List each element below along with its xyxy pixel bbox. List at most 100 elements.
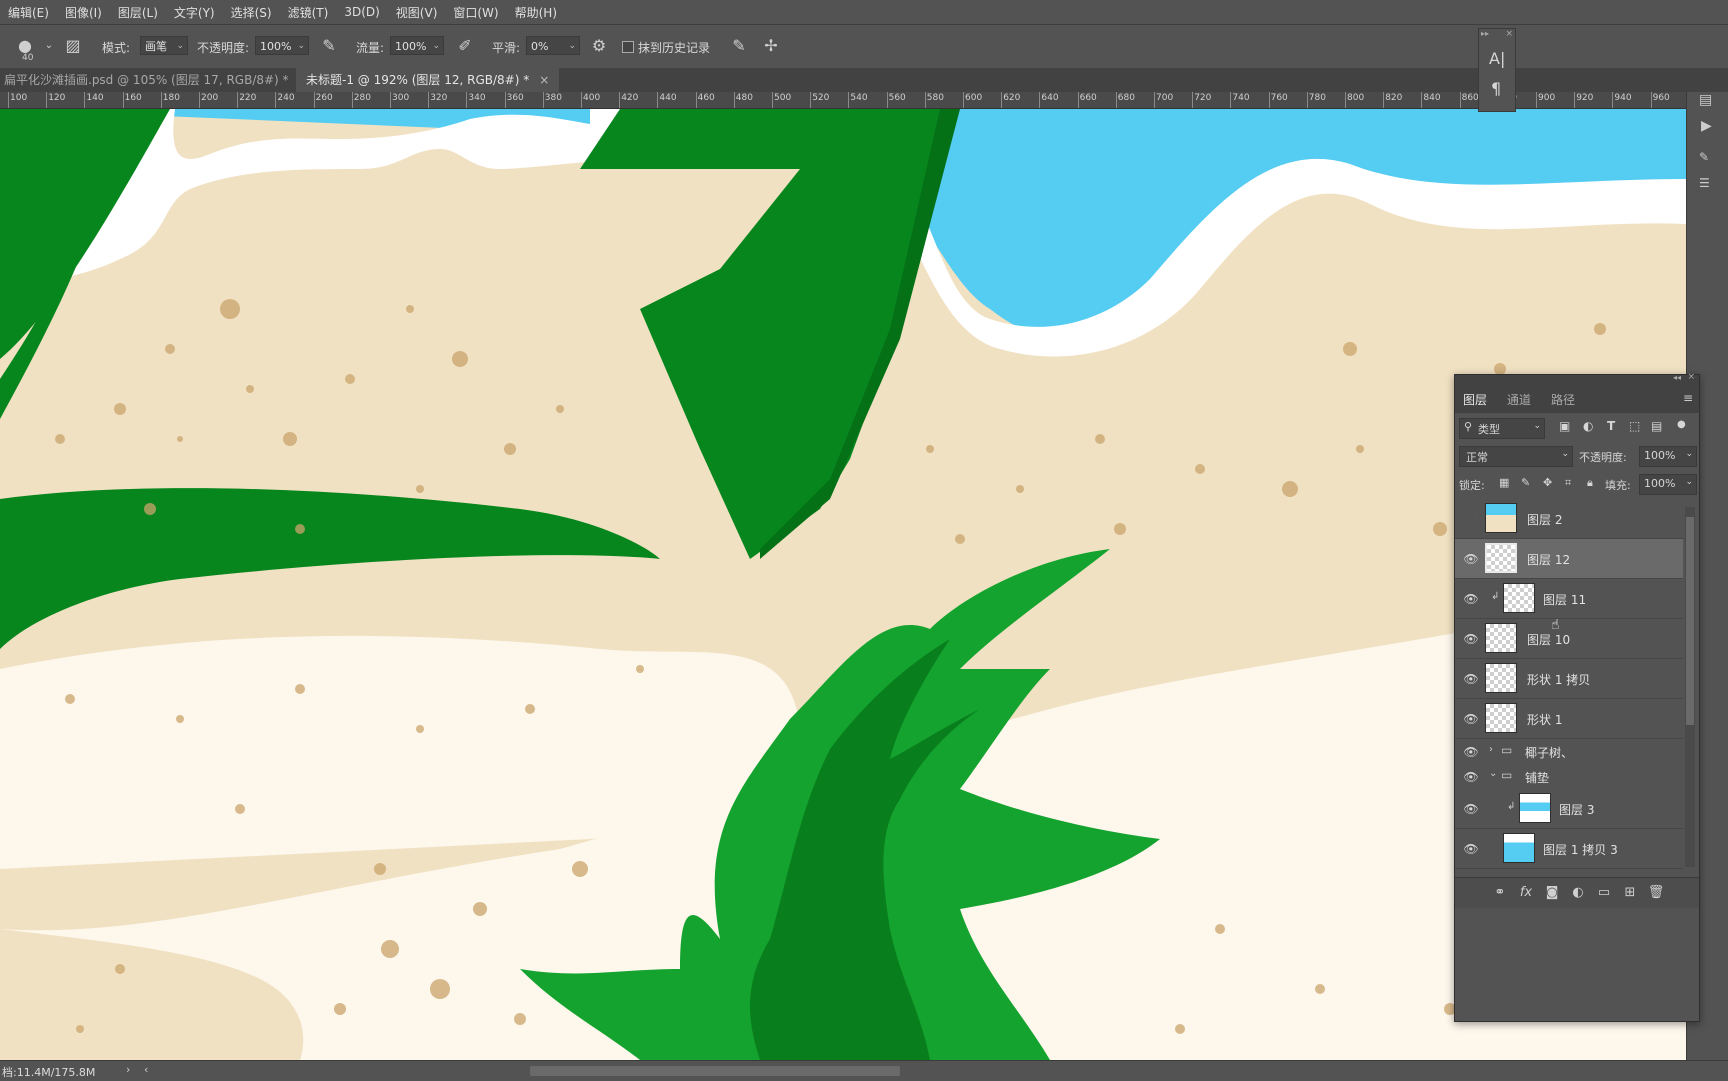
ruler-tick-label: 720	[1194, 93, 1212, 103]
panel-icon[interactable]: ▤	[1699, 92, 1712, 108]
layer-group-row[interactable]: 👁︎ › ▭ 椰子树、	[1455, 739, 1683, 764]
collapse-icon[interactable]: ▸▸	[1481, 29, 1489, 38]
brush-settings-icon[interactable]: ✎	[1699, 150, 1709, 164]
menu-item[interactable]: 编辑(E)	[0, 4, 57, 21]
new-group-icon[interactable]: ▭	[1595, 884, 1613, 902]
menu-item[interactable]: 3D(D)	[336, 5, 387, 19]
ruler-tick	[237, 92, 239, 108]
character-panel-icon[interactable]: A|	[1489, 49, 1505, 68]
close-icon[interactable]: ×	[1687, 372, 1695, 382]
menu-item[interactable]: 图像(I)	[57, 4, 110, 21]
adjust-icon[interactable]: ☰	[1699, 176, 1710, 190]
flow-field[interactable]: 100% ⌄	[390, 36, 444, 55]
layer-row[interactable]: 👁︎ 图层 10	[1455, 619, 1683, 659]
eye-icon[interactable]: 👁︎	[1463, 801, 1479, 817]
blend-mode-select[interactable]: 正常 ⌄	[1459, 446, 1573, 467]
smart-object-filter-icon[interactable]: ▤	[1651, 419, 1662, 433]
menu-item[interactable]: 滤镜(T)	[280, 4, 337, 21]
tab-beach-illustration[interactable]: 扁平化沙滩插画.psd @ 105% (图层 17, RGB/8#) *×	[0, 68, 319, 92]
panel-menu-icon[interactable]: ≡	[1683, 391, 1693, 405]
chevron-left-icon[interactable]: ‹	[144, 1063, 148, 1076]
tab-paths[interactable]: 路径	[1551, 391, 1575, 408]
layer-row[interactable]: 👁︎ 形状 1	[1455, 699, 1683, 739]
layer-row[interactable]: 👁︎ ↲ 图层 11	[1455, 579, 1683, 619]
gear-icon[interactable]: ⚙	[588, 35, 610, 57]
ruler-tick-label: 640	[1041, 93, 1059, 103]
chevron-down-icon[interactable]: ⌄	[1489, 768, 1497, 779]
menu-item[interactable]: 帮助(H)	[507, 4, 565, 21]
ruler-tick-label: 680	[1117, 93, 1135, 103]
type-filter-icon[interactable]: T	[1607, 419, 1615, 433]
eye-icon[interactable]: 👁︎	[1463, 744, 1479, 760]
pressure-opacity-icon[interactable]: ✎	[318, 35, 340, 57]
chevron-right-icon[interactable]: ›	[1489, 744, 1493, 755]
eye-icon[interactable]: 👁︎	[1463, 591, 1479, 607]
airbrush-icon[interactable]: ✐	[454, 35, 476, 57]
lock-position-icon[interactable]: ✥	[1543, 476, 1552, 489]
paragraph-icon[interactable]: ¶	[1491, 79, 1501, 98]
menu-item[interactable]: 文字(Y)	[166, 4, 223, 21]
trash-icon[interactable]: 🗑︎	[1647, 884, 1665, 902]
menu-item[interactable]: 窗口(W)	[445, 4, 506, 21]
pressure-size-icon[interactable]: ✎	[728, 35, 750, 57]
layer-row[interactable]: 👁︎ 图层 12	[1455, 539, 1683, 579]
fx-icon[interactable]: fx	[1517, 884, 1535, 902]
layer-row[interactable]: 👁︎ 图层 1 拷贝 3	[1455, 829, 1683, 869]
new-layer-icon[interactable]: ⊞	[1621, 884, 1639, 902]
image-filter-icon[interactable]: ▣	[1559, 419, 1570, 433]
brush-panel-icon[interactable]: ▨	[62, 35, 84, 57]
link-icon[interactable]: ⚭	[1491, 884, 1509, 902]
tab-layers[interactable]: 图层	[1463, 391, 1487, 408]
scrollbar-thumb[interactable]	[1686, 517, 1694, 725]
lock-artboard-icon[interactable]: ⌗	[1565, 476, 1571, 490]
shape-filter-icon[interactable]: ⬚	[1629, 419, 1640, 433]
layer-list: 图层 2 👁︎ 图层 12 👁︎ ↲ 图层 11 👁︎ 图层 10 👁︎ 形状 …	[1455, 499, 1683, 877]
tab-untitled-1[interactable]: 未标题-1 @ 192% (图层 12, RGB/8#) * ×	[296, 68, 560, 92]
opacity-field[interactable]: 100% ⌄	[255, 36, 309, 55]
collapse-icon[interactable]: ◂◂	[1673, 373, 1681, 382]
adjustment-layer-icon[interactable]: ◐	[1569, 884, 1587, 902]
chevron-down-icon[interactable]: ⌄	[38, 35, 60, 57]
fill-field[interactable]: 100% ⌄	[1639, 474, 1697, 495]
ruler-tick-label: 400	[583, 93, 601, 103]
chevron-right-icon[interactable]: ›	[126, 1063, 130, 1076]
menu-item[interactable]: 图层(L)	[110, 4, 166, 21]
ruler-tick	[46, 92, 48, 108]
lock-all-icon[interactable]: 🔒︎	[1587, 476, 1593, 490]
layer-row[interactable]: 👁︎ ↲ 图层 3	[1455, 789, 1683, 829]
eye-icon[interactable]: 👁︎	[1463, 631, 1479, 647]
close-icon[interactable]: ×	[539, 73, 549, 87]
layer-row[interactable]: 👁︎ 形状 1 拷贝	[1455, 659, 1683, 699]
adjustment-filter-icon[interactable]: ◐	[1583, 419, 1593, 433]
eye-icon[interactable]: 👁︎	[1463, 769, 1479, 785]
layers-scrollbar[interactable]	[1685, 507, 1695, 867]
filter-toggle-icon[interactable]: ●	[1677, 419, 1686, 430]
lock-pixels-icon[interactable]: ✎	[1521, 476, 1530, 489]
layer-group-row[interactable]: 👁︎ ⌄ ▭ 铺垫	[1455, 764, 1683, 789]
layer-name: 图层 3	[1559, 803, 1595, 817]
eye-icon[interactable]: 👁︎	[1463, 711, 1479, 727]
close-icon[interactable]: ×	[1505, 29, 1513, 39]
visibility-toggle[interactable]	[1465, 513, 1477, 525]
eye-icon[interactable]: 👁︎	[1463, 671, 1479, 687]
ruler-tick-label: 540	[850, 93, 868, 103]
smooth-field[interactable]: 0% ⌄	[526, 36, 580, 55]
menu-item[interactable]: 视图(V)	[388, 4, 446, 21]
filter-type-select[interactable]: ⚲ 类型 ⌄	[1459, 418, 1545, 439]
eye-icon[interactable]: 👁︎	[1463, 841, 1479, 857]
play-icon[interactable]: ▶	[1701, 118, 1712, 134]
layer-name: 图层 10	[1527, 633, 1571, 647]
layer-opacity-field[interactable]: 100% ⌄	[1639, 446, 1697, 467]
lock-transparent-icon[interactable]: ▦	[1499, 476, 1509, 489]
mask-icon[interactable]: ◙	[1543, 884, 1561, 902]
layer-row[interactable]: 图层 2	[1455, 499, 1683, 539]
menu-item[interactable]: 选择(S)	[223, 4, 280, 21]
horizontal-scrollbar-thumb[interactable]	[530, 1066, 900, 1076]
erase-history-checkbox[interactable]	[622, 41, 634, 53]
canvas[interactable]	[0, 109, 1686, 1060]
mode-select[interactable]: 画笔 ⌄	[140, 36, 188, 55]
eye-icon[interactable]: 👁︎	[1463, 551, 1479, 567]
symmetry-icon[interactable]: ✢	[760, 35, 782, 57]
tab-channels[interactable]: 通道	[1507, 391, 1531, 408]
ruler-tick	[772, 92, 773, 108]
